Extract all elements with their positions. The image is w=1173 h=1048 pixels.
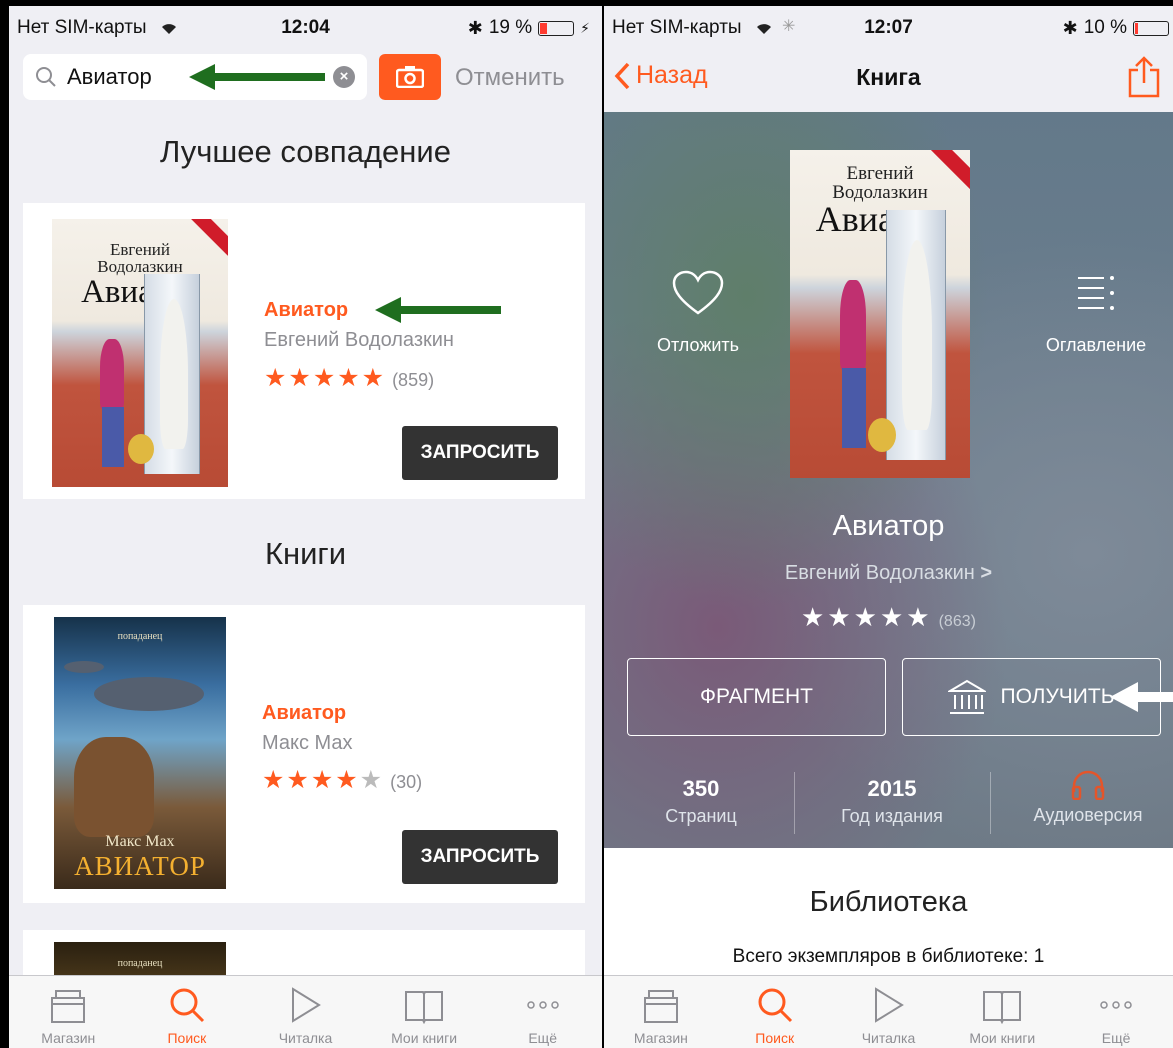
tab-search[interactable]: Поиск	[128, 976, 247, 1048]
tab-search[interactable]: Поиск	[718, 976, 832, 1048]
library-section: Библиотека Всего экземпляров в библиотек…	[604, 848, 1173, 975]
toc-button[interactable]: Оглавление	[1036, 270, 1156, 356]
rating-stars: ★★★★★ (30)	[262, 766, 423, 794]
list-icon	[1078, 276, 1114, 310]
chevron-right-icon: >	[980, 562, 993, 584]
rating-stars: ★★★★★ (863)	[801, 602, 976, 632]
battery-icon	[1133, 20, 1169, 36]
store-icon	[51, 990, 86, 1023]
status-bar: Нет SIM-карты ✳ 12:07 ✱ 10 %	[604, 6, 1173, 46]
audio-version-button[interactable]: Аудиоверсия	[993, 768, 1173, 826]
annotation-arrow-icon	[375, 297, 501, 323]
book-icon	[983, 991, 1022, 1024]
more-icon	[526, 1001, 559, 1009]
book-author: Макс Мах	[262, 732, 353, 754]
annotation-arrow-icon	[189, 64, 325, 90]
book-cover-aviator[interactable]: Евгений Водолазкин Авиатор	[790, 150, 970, 478]
book-title-link[interactable]: Авиатор	[264, 299, 348, 322]
book-icon	[405, 991, 444, 1024]
heart-icon	[672, 270, 724, 315]
store-icon	[643, 990, 678, 1023]
pages-stat: 350 Страниц	[665, 776, 737, 826]
tab-more[interactable]: Ещё	[1059, 976, 1173, 1048]
page-title: Книга	[856, 64, 921, 90]
rating-stars: ★★★★★ (859)	[264, 364, 435, 392]
left-phone-screen: Нет SIM-карты 12:04 ✱ 19 % ⚡ × Отменить …	[9, 6, 602, 1048]
request-button[interactable]: ЗАПРОСИТЬ	[402, 426, 558, 480]
wishlist-button[interactable]: Отложить	[638, 270, 758, 356]
library-heading: Библиотека	[809, 886, 968, 918]
request-button[interactable]: ЗАПРОСИТЬ	[402, 830, 558, 884]
search-bar: × Отменить	[9, 54, 602, 110]
tab-reader[interactable]: Читалка	[832, 976, 946, 1048]
best-match-card[interactable]: Евгений Водолазкин Авиатор Авиатор Евген…	[23, 203, 585, 499]
rating-count: (863)	[938, 613, 976, 630]
search-icon	[36, 67, 56, 87]
annotation-arrow-icon	[1110, 682, 1173, 712]
book-title: Авиатор	[832, 510, 945, 542]
tab-store[interactable]: Магазин	[604, 976, 718, 1048]
share-icon[interactable]	[1127, 56, 1161, 98]
tab-reader[interactable]: Читалка	[246, 976, 365, 1048]
author-link[interactable]: Евгений Водолазкин >	[604, 562, 1173, 585]
nav-bar: Назад Книга	[604, 46, 1173, 112]
tab-bar: Магазин Поиск Читалка Мои книги Ещё	[604, 975, 1173, 1048]
rating-count: (30)	[390, 772, 423, 792]
book-list-item[interactable]: попаданец Макс Мах АВИАТОР Авиатор Макс …	[23, 605, 585, 903]
book-author: Евгений Водолазкин	[264, 329, 454, 351]
more-icon	[1100, 1001, 1132, 1009]
battery-percent: 19 %	[488, 17, 533, 38]
tab-more[interactable]: Ещё	[483, 976, 602, 1048]
battery-icon	[538, 20, 575, 36]
book-cover-aviator[interactable]: Евгений Водолазкин Авиатор	[52, 219, 228, 487]
play-icon	[292, 987, 322, 1023]
search-icon	[758, 988, 792, 1023]
library-icon	[948, 679, 987, 714]
battery-percent: 10 %	[1083, 17, 1127, 38]
tab-my-books[interactable]: Мои книги	[945, 976, 1059, 1048]
tab-store[interactable]: Магазин	[9, 976, 128, 1048]
headphones-icon	[1071, 770, 1105, 801]
fragment-button[interactable]: ФРАГМЕНТ	[627, 658, 886, 736]
book-hero: Евгений Водолазкин Авиатор Отложить Огла…	[604, 112, 1173, 848]
right-phone-screen: Нет SIM-карты ✳ 12:07 ✱ 10 % Назад Книга…	[604, 6, 1173, 1048]
charging-icon: ⚡	[580, 19, 590, 36]
status-bar: Нет SIM-карты 12:04 ✱ 19 % ⚡	[9, 6, 602, 46]
cancel-search-button[interactable]: Отменить	[455, 64, 565, 92]
rating-count: (859)	[392, 370, 435, 390]
play-icon	[875, 987, 905, 1023]
bluetooth-icon: ✱	[1062, 17, 1078, 38]
best-match-heading: Лучшее совпадение	[160, 134, 451, 169]
book-title-link[interactable]: Авиатор	[262, 702, 346, 725]
tab-bar: Магазин Поиск Читалка Мои книги Ещё	[9, 975, 602, 1048]
clear-search-icon[interactable]: ×	[333, 66, 355, 88]
year-stat: 2015 Год издания	[841, 776, 943, 826]
search-icon	[170, 988, 204, 1023]
books-heading: Книги	[264, 536, 347, 571]
book-cover-max[interactable]: попаданец Макс Мах АВИАТОР	[54, 617, 226, 889]
camera-button[interactable]	[379, 54, 441, 100]
tab-my-books[interactable]: Мои книги	[365, 976, 484, 1048]
library-copies: Всего экземпляров в библиотеке: 1	[732, 946, 1045, 967]
camera-icon	[396, 66, 424, 88]
bluetooth-icon: ✱	[467, 17, 483, 38]
